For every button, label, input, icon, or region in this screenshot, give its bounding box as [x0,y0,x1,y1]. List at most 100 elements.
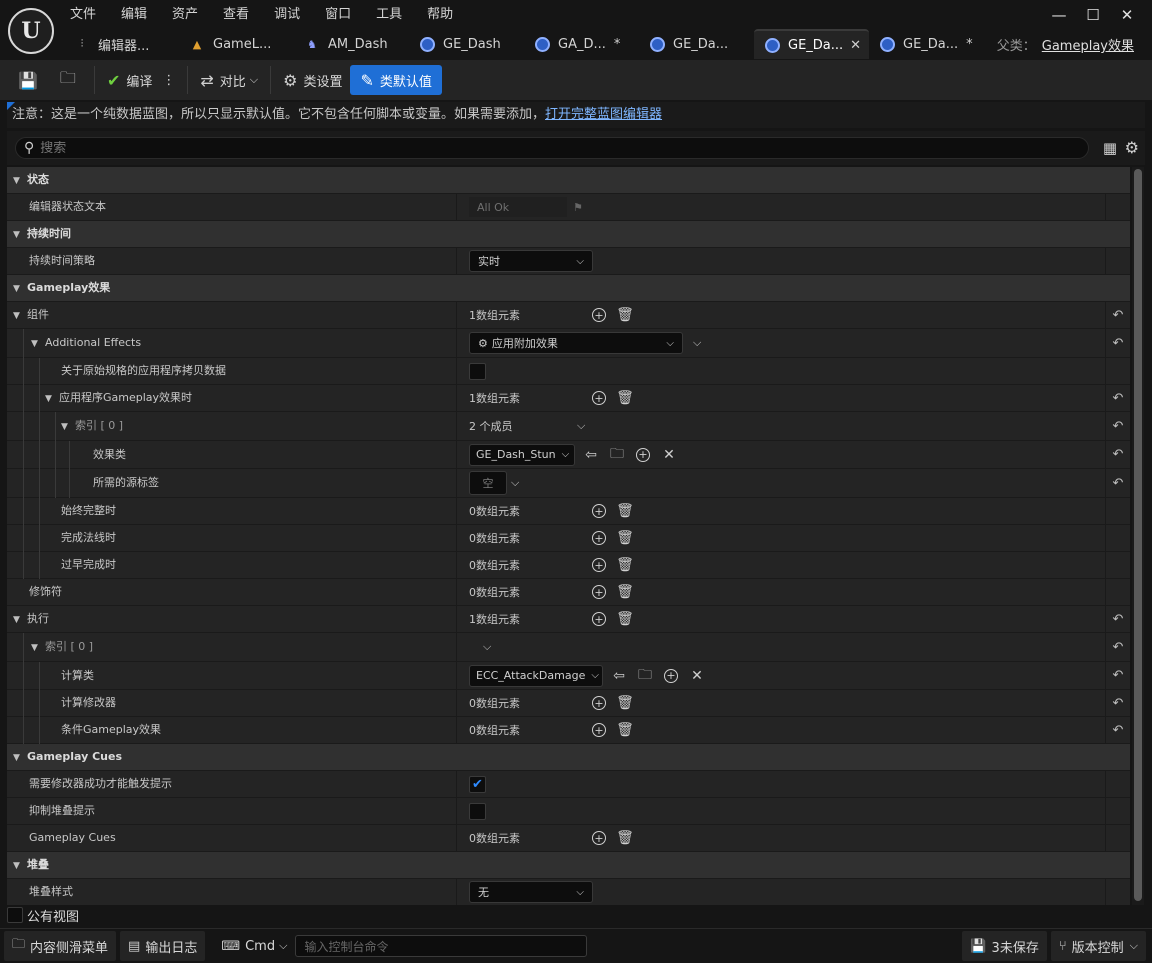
delete-all-button[interactable]: 🗑 [615,720,635,740]
menu-view[interactable]: 查看 [223,4,261,26]
close-window-button[interactable]: ✕ [1110,2,1144,28]
expand-arrow-icon[interactable]: ▼ [13,607,27,633]
source-control-button[interactable]: ⑂ 版本控制 ⌵ [1050,931,1146,961]
suppress-stacking-cues-checkbox[interactable] [469,802,486,820]
add-element-button[interactable]: + [589,609,609,629]
add-element-button[interactable]: + [589,528,609,548]
delete-all-button[interactable]: 🗑 [615,528,635,548]
tab-ga-dash[interactable]: GA_D... * [524,29,639,59]
unreal-logo-icon[interactable]: U [8,8,54,54]
reset-to-default-icon[interactable]: ↶ [1105,606,1130,632]
menu-file[interactable]: 文件 [70,4,108,26]
category-state[interactable]: ▼ 状态 [7,167,1130,194]
parent-class-link[interactable]: Gameplay效果 [1042,39,1134,54]
chevron-down-icon[interactable]: ⌵ [577,419,585,433]
expand-arrow-icon[interactable]: ▼ [13,303,27,329]
reset-to-default-icon[interactable]: ↶ [1105,302,1130,328]
search-input[interactable] [40,140,941,156]
delete-all-button[interactable]: 🗑 [615,555,635,575]
expand-arrow-icon[interactable]: ▼ [45,386,59,412]
delete-all-button[interactable]: 🗑 [615,305,635,325]
expand-arrow-icon[interactable]: ▼ [31,634,45,662]
output-log-button[interactable]: ▤ 输出日志 [120,931,206,961]
delete-all-button[interactable]: 🗑 [615,828,635,848]
tab-ge-da-2[interactable]: GE_Da... * [869,29,984,59]
clear-icon[interactable]: ✕ [687,666,707,686]
close-tab-icon[interactable]: ✕ [850,38,861,53]
compile-options-icon[interactable]: ⋮ [162,73,175,88]
tab-am-dash[interactable]: ♞ AM_Dash [294,29,409,59]
browse-asset-icon[interactable]: 🗀 [607,445,627,465]
cmd-selector[interactable]: ⌨ Cmd ⌵ 输入控制台命令 [213,931,595,961]
browse-button[interactable]: 🗀 [52,65,90,95]
stacking-type-dropdown[interactable]: 无 ⌵ [469,881,593,903]
reset-to-default-icon[interactable]: ↶ [1105,662,1130,689]
details-scrollbar[interactable] [1132,167,1144,905]
delete-all-button[interactable]: 🗑 [615,501,635,521]
save-button[interactable]: 💾 [10,65,52,95]
category-gameplay-effect[interactable]: ▼ Gameplay效果 [7,275,1130,302]
menu-help[interactable]: 帮助 [427,4,465,26]
tag-container-field[interactable]: 空 [469,471,507,495]
add-element-button[interactable]: + [589,555,609,575]
add-element-button[interactable]: + [589,305,609,325]
category-duration[interactable]: ▼ 持续时间 [7,221,1130,248]
menu-edit[interactable]: 编辑 [121,4,159,26]
menu-asset[interactable]: 资产 [172,4,210,26]
create-new-button[interactable]: + [633,445,653,465]
maximize-button[interactable]: ☐ [1076,2,1110,28]
scrollbar-thumb[interactable] [1134,169,1142,901]
unsaved-assets-button[interactable]: 💾 3未保存 [962,931,1047,961]
add-element-button[interactable]: + [589,720,609,740]
category-gameplay-cues[interactable]: ▼ Gameplay Cues [7,744,1130,771]
category-stacking[interactable]: ▼ 堆叠 [7,852,1130,879]
add-element-button[interactable]: + [589,828,609,848]
public-view-checkbox[interactable] [7,907,23,923]
delete-all-button[interactable]: 🗑 [615,582,635,602]
calculation-class-picker[interactable]: ECC_AttackDamage ⌵ [469,664,603,687]
use-selected-icon[interactable]: ⇦ [581,445,601,465]
add-element-button[interactable]: + [589,501,609,521]
chevron-down-icon[interactable]: ⌵ [511,476,519,490]
tab-editor-prefs[interactable]: ⫶ 编辑器... [64,29,179,59]
menu-debug[interactable]: 调试 [274,4,312,26]
tab-game-level[interactable]: ▲ GameL... [179,29,294,59]
reset-to-default-icon[interactable]: ↶ [1105,441,1130,468]
clear-icon[interactable]: ✕ [659,445,679,465]
use-selected-icon[interactable]: ⇦ [609,666,629,686]
reset-to-default-icon[interactable]: ↶ [1105,412,1130,440]
reset-to-default-icon[interactable]: ↶ [1105,717,1130,743]
reset-to-default-icon[interactable]: ↶ [1105,385,1130,411]
expand-arrow-icon[interactable]: ▼ [31,330,45,358]
delete-all-button[interactable]: 🗑 [615,388,635,408]
add-element-button[interactable]: + [589,693,609,713]
public-view-toggle[interactable]: 公有视图 [7,906,79,925]
reset-to-default-icon[interactable]: ↶ [1105,469,1130,497]
tab-ge-da-active[interactable]: GE_Da... ✕ [754,29,869,59]
expand-arrow-icon[interactable]: ▼ [61,413,75,441]
effect-class-picker[interactable]: GE_Dash_Stun ⌵ [469,443,575,466]
create-new-button[interactable]: + [661,666,681,686]
duration-policy-dropdown[interactable]: 实时 ⌵ [469,250,593,272]
browse-asset-icon[interactable]: 🗀 [635,666,655,686]
property-matrix-icon[interactable]: ▦ [1103,139,1117,157]
copy-data-checkbox[interactable] [469,362,486,380]
reset-to-default-icon[interactable]: ↶ [1105,690,1130,716]
open-full-editor-link[interactable]: 打开完整蓝图编辑器 [545,107,662,122]
class-defaults-button[interactable]: ✎ 类默认值 [350,65,442,95]
menu-tools[interactable]: 工具 [376,4,414,26]
class-settings-button[interactable]: ⚙ 类设置 [275,65,350,95]
diff-button[interactable]: ⇄ 对比 ⌵ [192,65,266,95]
content-drawer-button[interactable]: 🗀 内容侧滑菜单 [4,931,117,961]
delete-all-button[interactable]: 🗑 [615,609,635,629]
chevron-down-icon[interactable]: ⌵ [693,336,701,350]
reset-to-default-icon[interactable]: ↶ [1105,329,1130,357]
menu-window[interactable]: 窗口 [325,4,363,26]
tab-ge-da-1[interactable]: GE_Da... [639,29,754,59]
minimize-button[interactable]: — [1042,2,1076,28]
compile-button[interactable]: ✔ 编译 ⋮ [99,65,183,95]
component-type-dropdown[interactable]: ⚙ 应用附加效果 ⌵ [469,332,683,354]
search-field[interactable]: ⚲ [15,137,1089,159]
settings-gear-icon[interactable]: ⚙ [1125,138,1139,157]
require-modifier-success-checkbox[interactable]: ✔ [469,775,486,793]
